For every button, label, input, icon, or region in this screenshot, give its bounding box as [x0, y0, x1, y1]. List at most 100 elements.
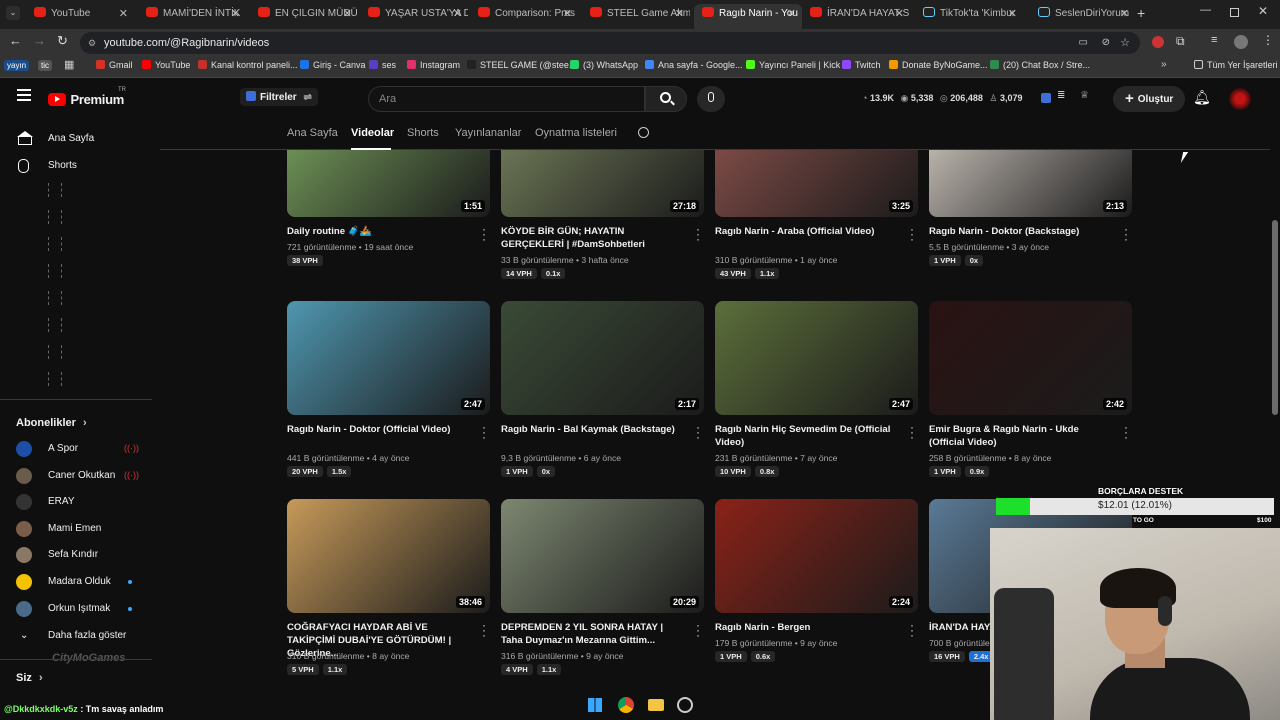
bookmark-item[interactable]: Instagram	[407, 60, 460, 70]
tab-close-icon[interactable]: ✕	[563, 4, 572, 24]
video-title[interactable]: Ragıb Narin - Araba (Official Video)	[715, 225, 895, 238]
profile-avatar[interactable]	[1234, 35, 1248, 49]
video-title[interactable]: DEPREMDEN 2 YIL SONRA HATAY | Taha Duyma…	[501, 621, 681, 647]
sidebar-item-subscription[interactable]: A Spor	[48, 443, 78, 454]
browser-tab[interactable]: SeslenDiriYorum ✕	[1030, 4, 1135, 29]
bookmark-pill-yayin[interactable]: yayın	[4, 60, 30, 71]
app-taskbar-icon[interactable]	[677, 697, 693, 713]
bookmark-item[interactable]: YouTube	[142, 60, 190, 70]
address-bar[interactable]: ⚙ youtube.com/@Ragibnarin/videos ▭ ⊘ ☆	[80, 32, 1140, 54]
search-button[interactable]	[645, 86, 687, 112]
install-icon[interactable]: ▭	[1079, 32, 1088, 54]
video-thumbnail[interactable]: 2:17	[501, 301, 704, 415]
extension-badge-icon[interactable]	[1041, 93, 1051, 103]
tracking-icon[interactable]: ⊘	[1102, 32, 1110, 54]
site-info-icon[interactable]: ⚙	[88, 32, 96, 54]
you-section-header[interactable]: Siz ›	[16, 672, 43, 684]
video-title[interactable]: Ragıb Narin - Doktor (Official Video)	[287, 423, 467, 436]
extensions-puzzle-icon[interactable]: ⧉	[1176, 34, 1185, 49]
video-title[interactable]: Ragıb Narin - Bergen	[715, 621, 895, 634]
bookmark-item[interactable]: Yayıncı Paneli | Kick	[746, 60, 840, 70]
video-menu-icon[interactable]: ···	[909, 619, 915, 641]
browser-tab[interactable]: Comparison: Pres ✕	[470, 4, 578, 29]
browser-menu-icon[interactable]: ⋮	[1262, 33, 1274, 47]
video-menu-icon[interactable]: ···	[481, 619, 487, 641]
video-thumbnail[interactable]: 2:13	[929, 150, 1132, 217]
bookmark-item[interactable]: Ana sayfa - Google...	[645, 60, 743, 70]
page-scrollbar[interactable]	[1272, 220, 1278, 415]
browser-tab[interactable]: YAŞAR USTA'YA D ✕	[360, 4, 468, 29]
video-menu-icon[interactable]: ···	[481, 421, 487, 443]
video-title[interactable]: Emir Bugra & Ragıb Narin - Ukde (Officia…	[929, 423, 1109, 449]
all-bookmarks[interactable]: Tüm Yer İşaretleri	[1194, 60, 1278, 70]
create-button[interactable]: + Oluştur	[1113, 86, 1186, 112]
bookmark-pill-tic[interactable]: tic	[38, 60, 52, 71]
tab-close-icon[interactable]: ✕	[453, 4, 462, 24]
bookmarks-overflow-icon[interactable]: »	[1161, 59, 1167, 70]
bookmark-item[interactable]: Twitch	[842, 60, 881, 70]
reload-icon[interactable]: ↻	[57, 33, 68, 49]
subscriptions-header[interactable]: Abonelikler ›	[16, 417, 87, 429]
video-thumbnail[interactable]: 27:18	[501, 150, 704, 217]
video-menu-icon[interactable]: ···	[1123, 421, 1129, 443]
sidebar-item-subscription[interactable]: ERAY	[48, 496, 75, 507]
tab-close-icon[interactable]: ✕	[787, 4, 796, 24]
sidebar-item-subscription[interactable]: Caner Okutkan	[48, 470, 115, 481]
tab-close-icon[interactable]: ✕	[231, 4, 240, 24]
tab-close-icon[interactable]: ✕	[1008, 4, 1017, 24]
bookmark-item[interactable]: ses	[369, 60, 396, 70]
tab-close-icon[interactable]: ✕	[343, 4, 352, 24]
bookmark-item[interactable]: (20) Chat Box / Stre...	[990, 60, 1090, 70]
youtube-logo[interactable]: Premium TR	[48, 87, 126, 109]
video-menu-icon[interactable]: ···	[695, 421, 701, 443]
video-thumbnail[interactable]: 2:47	[287, 301, 490, 415]
sidebar-item-home[interactable]: Ana Sayfa	[48, 133, 94, 144]
channel-search-icon[interactable]	[638, 127, 649, 138]
back-icon[interactable]: ←	[9, 33, 22, 48]
tab-search-icon[interactable]: ⌄	[6, 6, 20, 20]
show-more-button[interactable]: Daha fazla göster	[48, 630, 126, 641]
video-menu-icon[interactable]: ···	[695, 223, 701, 245]
video-title[interactable]: Ragıb Narin Hiç Sevmedim De (Official Vi…	[715, 423, 895, 449]
folder-taskbar-icon[interactable]	[648, 699, 664, 711]
video-menu-icon[interactable]: ···	[695, 619, 701, 641]
browser-tab[interactable]: TikTok'ta 'Kimbur ✕	[915, 4, 1023, 29]
video-title[interactable]: Ragıb Narin - Bal Kaymak (Backstage)	[501, 423, 681, 436]
video-thumbnail[interactable]: 2:24	[715, 499, 918, 613]
extension-icon[interactable]	[1152, 36, 1164, 48]
chrome-taskbar-icon[interactable]	[618, 697, 634, 713]
bookmark-item[interactable]: (3) WhatsApp	[570, 60, 638, 70]
tab-streams[interactable]: Yayınlananlar	[455, 127, 521, 139]
bookmark-star-icon[interactable]: ☆	[1120, 32, 1130, 54]
list-icon[interactable]: ≣	[1057, 90, 1065, 101]
sidebar-item-subscription[interactable]: Mami Emen	[48, 523, 101, 534]
video-menu-icon[interactable]: ···	[1123, 223, 1129, 245]
video-menu-icon[interactable]: ···	[481, 223, 487, 245]
bookmark-item[interactable]: Kanal kontrol paneli...	[198, 60, 298, 70]
browser-tab[interactable]: MAMİ'DEN İNTİK ✕	[138, 4, 246, 29]
tab-close-icon[interactable]: ✕	[119, 4, 128, 24]
sidebar-item-subscription[interactable]: Orkun Işıtmak	[48, 603, 110, 614]
filters-button[interactable]: Filtreler ⇌	[240, 88, 318, 106]
account-avatar[interactable]	[1229, 88, 1251, 110]
bookmark-item[interactable]: Donate ByNoGame...	[889, 60, 988, 70]
trophy-icon[interactable]: ♕	[1080, 90, 1089, 101]
browser-tab[interactable]: İRAN'DA HAYAT S ✕	[802, 4, 910, 29]
restore-icon[interactable]	[1230, 8, 1239, 17]
browser-tab[interactable]: YouTube ✕	[26, 4, 134, 29]
tab-close-icon[interactable]: ✕	[1120, 4, 1129, 24]
tab-playlists[interactable]: Oynatma listeleri	[535, 127, 617, 139]
new-tab-button[interactable]: +	[1137, 5, 1145, 21]
browser-tab[interactable]: Ragıb Narin - You ✕	[694, 4, 802, 29]
video-thumbnail[interactable]: 2:42	[929, 301, 1132, 415]
video-title[interactable]: Daily routine 🧳🚣	[287, 225, 467, 238]
tab-close-icon[interactable]: ✕	[675, 4, 684, 24]
apps-grid-icon[interactable]: ▦	[64, 58, 74, 71]
tab-shorts[interactable]: Shorts	[407, 127, 439, 139]
close-window-icon[interactable]: ✕	[1258, 4, 1268, 18]
notifications-bell-icon[interactable]: 🔔︎	[1193, 89, 1211, 106]
tab-home[interactable]: Ana Sayfa	[287, 127, 338, 139]
bookmark-item[interactable]: STEEL GAME (@stee...	[467, 60, 576, 70]
tab-close-icon[interactable]: ✕	[895, 4, 904, 24]
video-thumbnail[interactable]: 20:29	[501, 499, 704, 613]
